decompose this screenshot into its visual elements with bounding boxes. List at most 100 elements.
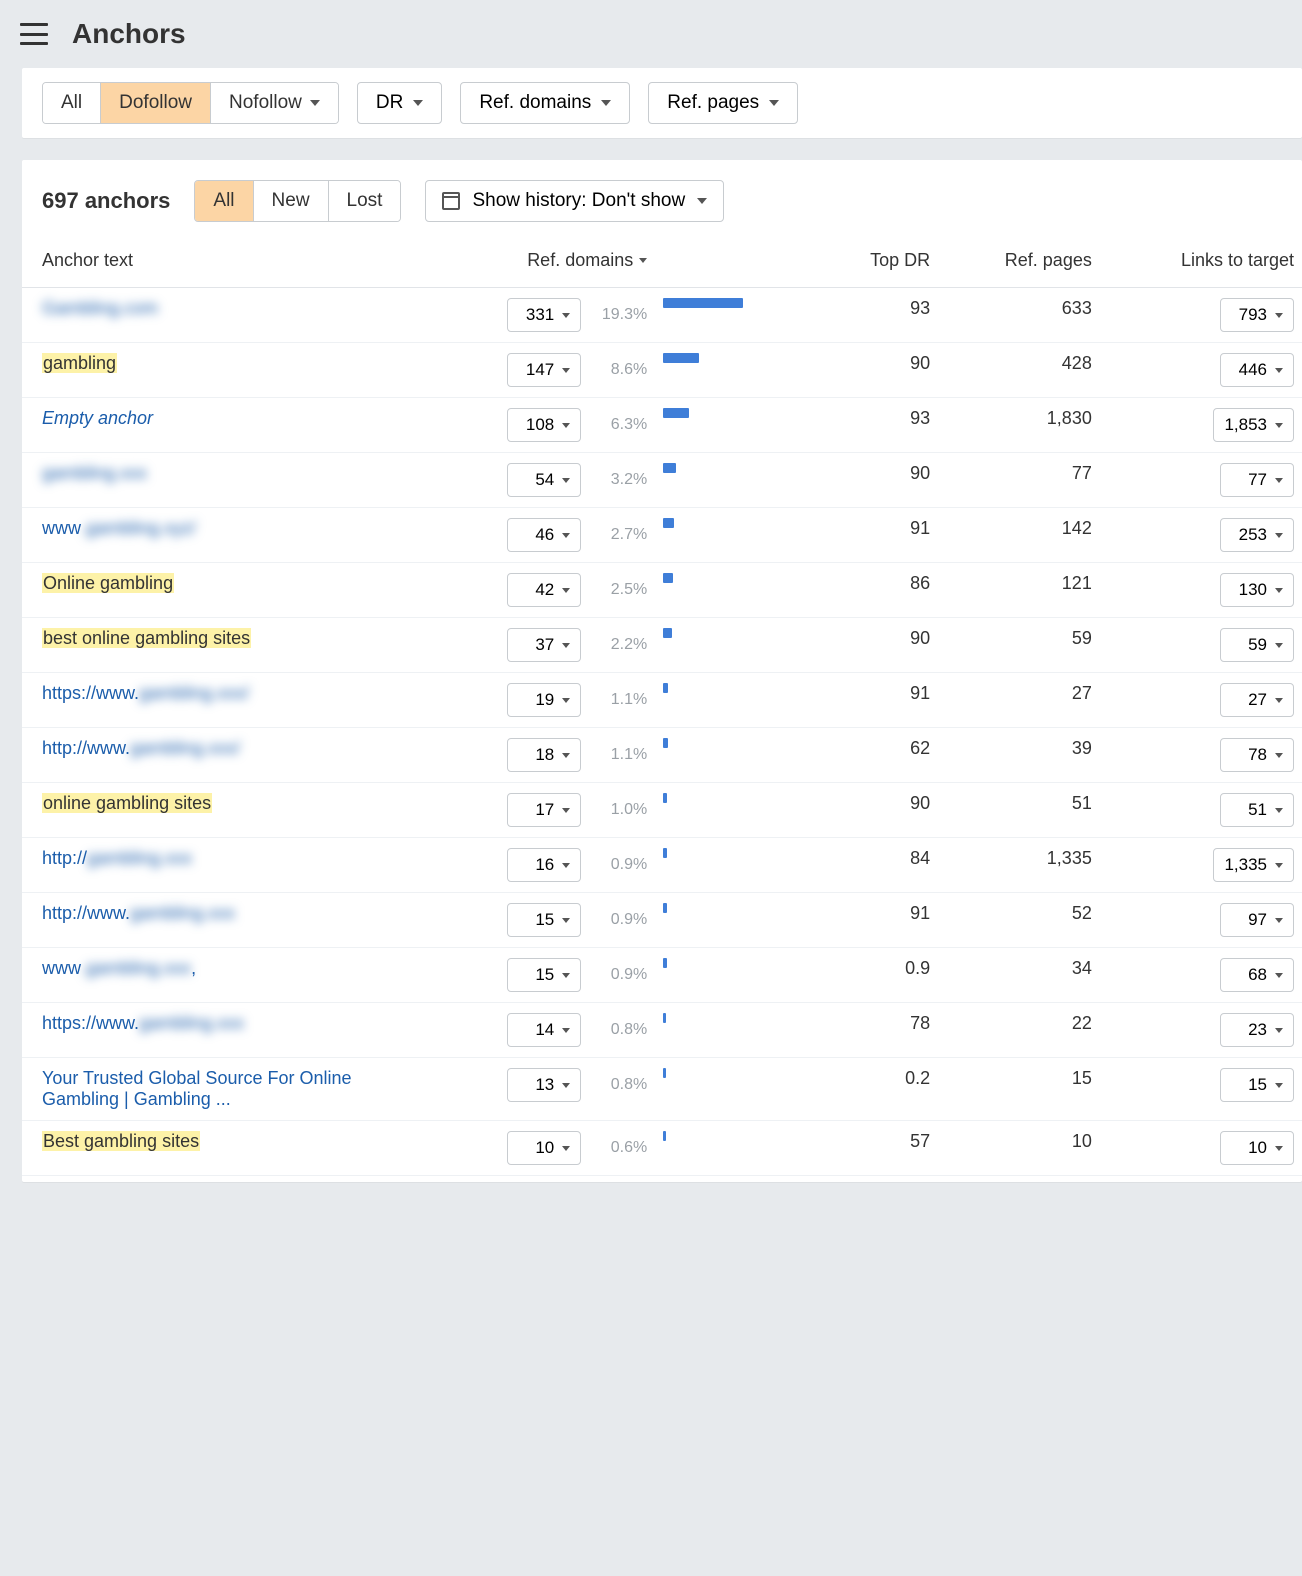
links-cell: 59 xyxy=(1100,618,1302,673)
anchor-text: http://gambling.xxx xyxy=(42,848,192,868)
ref-domains-button[interactable]: 54 xyxy=(507,463,581,497)
anchor-cell[interactable]: online gambling sites xyxy=(22,783,426,838)
links-button[interactable]: 97 xyxy=(1220,903,1294,937)
ref-domains-filter-button[interactable]: Ref. domains xyxy=(460,82,630,124)
chevron-down-icon xyxy=(601,100,611,106)
ref-domains-value: 13 xyxy=(535,1075,554,1095)
ref-domains-button[interactable]: 18 xyxy=(507,738,581,772)
dr-filter-button[interactable]: DR xyxy=(357,82,442,124)
anl-new-button[interactable]: New xyxy=(253,181,328,221)
links-cell: 1,335 xyxy=(1100,838,1302,893)
ref-domains-bar xyxy=(663,1013,666,1023)
chevron-down-icon xyxy=(1275,753,1283,758)
anchor-cell[interactable]: www.gambling.xxx, xyxy=(22,948,426,1003)
ref-domains-button[interactable]: 42 xyxy=(507,573,581,607)
links-button[interactable]: 253 xyxy=(1220,518,1294,552)
anchor-cell[interactable]: Gambling.com xyxy=(22,288,426,343)
table-row: Online gambling422.5%86121130 xyxy=(22,563,1302,618)
links-button[interactable]: 68 xyxy=(1220,958,1294,992)
anchor-cell[interactable]: www.gambling.xyz/ xyxy=(22,508,426,563)
anchor-cell[interactable]: http://www.gambling.xxx xyxy=(22,893,426,948)
chevron-down-icon xyxy=(562,588,570,593)
ref-domains-cell: 372.2% xyxy=(426,618,655,673)
ref-domains-value: 17 xyxy=(535,800,554,820)
col-top-dr[interactable]: Top DR xyxy=(817,240,938,288)
ref-domains-bar xyxy=(663,738,668,748)
links-button[interactable]: 1,335 xyxy=(1213,848,1294,882)
anchor-cell[interactable]: best online gambling sites xyxy=(22,618,426,673)
ref-pages-cell: 428 xyxy=(938,343,1100,398)
links-cell: 253 xyxy=(1100,508,1302,563)
table-row: online gambling sites171.0%905151 xyxy=(22,783,1302,838)
history-dropdown-button[interactable]: Show history: Don't show xyxy=(425,180,724,222)
col-anchor-text[interactable]: Anchor text xyxy=(22,240,426,288)
col-ref-pages[interactable]: Ref. pages xyxy=(938,240,1100,288)
anchor-cell[interactable]: gambling xyxy=(22,343,426,398)
anchor-cell[interactable]: Empty anchor xyxy=(22,398,426,453)
ref-domains-button[interactable]: 14 xyxy=(507,1013,581,1047)
follow-nofollow-button[interactable]: Nofollow xyxy=(210,83,338,123)
chevron-down-icon xyxy=(1275,1146,1283,1151)
ref-domains-button[interactable]: 147 xyxy=(507,353,581,387)
anchor-cell[interactable]: Online gambling xyxy=(22,563,426,618)
ref-domains-value: 14 xyxy=(535,1020,554,1040)
hamburger-icon[interactable] xyxy=(20,23,48,45)
anl-lost-button[interactable]: Lost xyxy=(328,181,401,221)
anchor-cell[interactable]: http://www.gambling.xxx/ xyxy=(22,728,426,783)
links-button[interactable]: 1,853 xyxy=(1213,408,1294,442)
ref-domains-button[interactable]: 10 xyxy=(507,1131,581,1165)
links-button[interactable]: 51 xyxy=(1220,793,1294,827)
links-button[interactable]: 793 xyxy=(1220,298,1294,332)
anchor-count: 697 anchors xyxy=(42,188,170,214)
page-title: Anchors xyxy=(72,18,186,50)
links-button[interactable]: 15 xyxy=(1220,1068,1294,1102)
anchor-cell[interactable]: Your Trusted Global Source For Online Ga… xyxy=(22,1058,426,1121)
ref-domains-button[interactable]: 15 xyxy=(507,958,581,992)
top-dr-cell: 78 xyxy=(817,1003,938,1058)
col-links[interactable]: Links to target xyxy=(1100,240,1302,288)
links-button[interactable]: 27 xyxy=(1220,683,1294,717)
ref-domains-button[interactable]: 331 xyxy=(507,298,581,332)
anchor-cell[interactable]: Best gambling sites xyxy=(22,1121,426,1176)
table-row: gambling.xxx543.2%907777 xyxy=(22,453,1302,508)
col-bar xyxy=(655,240,817,288)
links-button[interactable]: 130 xyxy=(1220,573,1294,607)
chevron-down-icon xyxy=(1275,313,1283,318)
links-value: 59 xyxy=(1248,635,1267,655)
ref-domains-cell: 10 0.6% xyxy=(426,1121,655,1176)
ref-domains-value: 331 xyxy=(526,305,554,325)
ref-domains-button[interactable]: 13 xyxy=(507,1068,581,1102)
chevron-down-icon xyxy=(1275,643,1283,648)
anl-all-button[interactable]: All xyxy=(195,181,252,221)
anchor-cell[interactable]: https://www.gambling.xxx/ xyxy=(22,673,426,728)
links-button[interactable]: 10 xyxy=(1220,1131,1294,1165)
top-dr-cell: 0.2 xyxy=(817,1058,938,1121)
ref-domains-button[interactable]: 15 xyxy=(507,903,581,937)
ref-domains-button[interactable]: 19 xyxy=(507,683,581,717)
top-dr-cell: 90 xyxy=(817,783,938,838)
follow-dofollow-button[interactable]: Dofollow xyxy=(100,83,210,123)
ref-domains-bar xyxy=(663,573,673,583)
ref-domains-button[interactable]: 37 xyxy=(507,628,581,662)
ref-domains-button[interactable]: 108 xyxy=(507,408,581,442)
ref-pages-cell: 10 xyxy=(938,1121,1100,1176)
ref-domains-button[interactable]: 17 xyxy=(507,793,581,827)
chevron-down-icon xyxy=(1275,698,1283,703)
links-button[interactable]: 59 xyxy=(1220,628,1294,662)
anchor-cell[interactable]: gambling.xxx xyxy=(22,453,426,508)
links-button[interactable]: 446 xyxy=(1220,353,1294,387)
col-ref-domains[interactable]: Ref. domains xyxy=(426,240,655,288)
top-dr-cell: 90 xyxy=(817,343,938,398)
anchor-cell[interactable]: https://www.gambling.xxx xyxy=(22,1003,426,1058)
follow-all-label: All xyxy=(61,92,82,114)
follow-all-button[interactable]: All xyxy=(43,83,100,123)
ref-domains-button[interactable]: 16 xyxy=(507,848,581,882)
ref-domains-button[interactable]: 46 xyxy=(507,518,581,552)
links-button[interactable]: 78 xyxy=(1220,738,1294,772)
links-button[interactable]: 23 xyxy=(1220,1013,1294,1047)
anchor-cell[interactable]: http://gambling.xxx xyxy=(22,838,426,893)
links-button[interactable]: 77 xyxy=(1220,463,1294,497)
links-cell: 15 xyxy=(1100,1058,1302,1121)
ref-pages-filter-button[interactable]: Ref. pages xyxy=(648,82,798,124)
ref-domains-pct: 0.6% xyxy=(595,1139,647,1157)
